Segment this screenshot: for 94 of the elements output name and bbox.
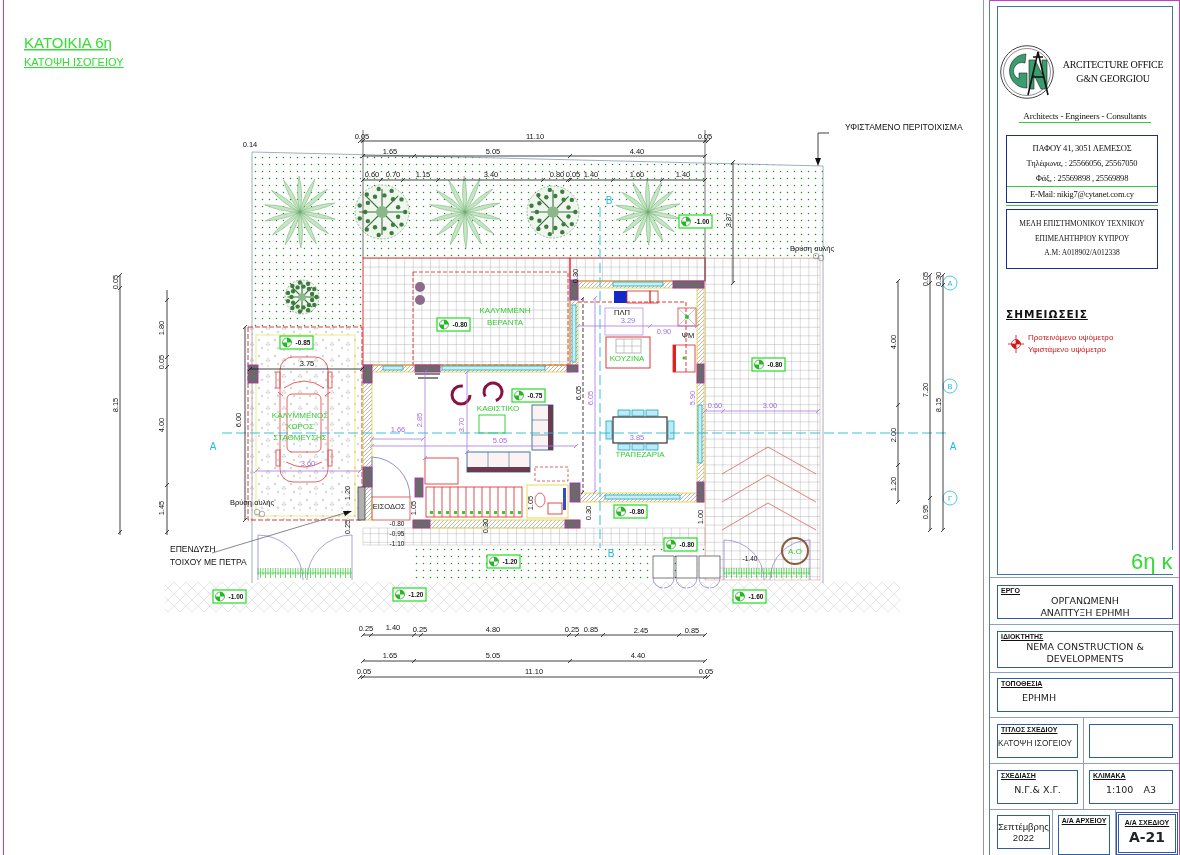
dining-chair <box>605 420 613 440</box>
window <box>612 281 664 287</box>
room-label: ΚΑΛΥΜΜΕΝΗ ΒΕΡΑΝΤΑ <box>479 306 531 327</box>
date-text: Σεπτέμβρης 2022 <box>998 821 1049 843</box>
level-symbol-icon <box>514 390 524 401</box>
utility-cabinet <box>675 555 698 579</box>
level-symbol-icon <box>489 556 499 567</box>
field-value: ΟΡΓΑΝΩΜΕΝΗ ΑΝΑΠΤΥΞΗ ΕΡΗΜΗ <box>1039 595 1131 619</box>
firm-logo-icon <box>1000 45 1054 99</box>
stone-cladding <box>357 486 366 521</box>
double-circle-icon <box>812 252 825 262</box>
toilet-drawing <box>526 484 569 519</box>
leader-line <box>815 132 830 166</box>
section-label: Α <box>209 441 217 452</box>
structural-column <box>414 477 424 498</box>
structural-column <box>696 481 705 503</box>
structural-column <box>696 363 705 384</box>
firm-tagline: Architects - Engineers - Consultants <box>1019 110 1151 123</box>
email-text: E-Mail: nikig7@cytanet.com.cy <box>1029 188 1135 201</box>
structural-column <box>672 280 705 289</box>
window <box>382 365 404 371</box>
paper-size: A3 <box>1143 784 1156 796</box>
window <box>697 404 703 464</box>
dining-table <box>612 416 668 444</box>
note-text: ΕΠΕΝΔΥΣΗ ΤΟΙΧΟΥ ΜΕ ΠΕΤΡΑ <box>170 544 247 567</box>
room-label: ΤΡΑΠΕΖΑΡΙΑ <box>615 450 665 459</box>
door-swing <box>371 456 411 498</box>
tree-drawing <box>354 184 410 240</box>
phone-text: Τηλέφωνα, : 25566056, 25567050 <box>1025 157 1139 170</box>
field-value: ΕΡΗΜΗ <box>1021 691 1058 704</box>
level-symbol-icon <box>439 319 449 330</box>
sliding-door-drawing <box>414 373 441 379</box>
address-text: ΠΑΦΟΥ 41, 3051 ΛΕΜΕΣΟΣ <box>1031 142 1133 155</box>
circle-marker <box>415 295 425 305</box>
ring-marker: Α.Ο <box>781 537 809 565</box>
level-symbol-icon <box>1008 334 1024 353</box>
level-symbol-icon <box>666 539 676 550</box>
field-value: Ν.Γ.& Χ.Γ. <box>1013 783 1062 796</box>
utility-cabinet <box>652 555 675 579</box>
sheet-title: ΚΑΤΟΙΚΙΑ 6η <box>24 34 112 51</box>
level-symbol-icon <box>282 337 292 348</box>
armchair <box>482 381 504 403</box>
room-label: ΚΟΥΖΙΝΑ <box>609 354 645 363</box>
armchair <box>450 384 472 406</box>
fax-text: Φάξ, : 25569898 , 25569898 <box>1034 172 1130 185</box>
structural-column <box>362 466 373 488</box>
structural-column <box>414 364 441 373</box>
section-label: Β <box>605 195 613 206</box>
field-value: ΚΑΤΟΨΗ ΙΣΟΓΕΙΟΥ <box>998 738 1074 750</box>
section-label: Α <box>949 441 957 452</box>
stair-landing <box>424 457 459 485</box>
legend-text: Υφιστάμενο υψόμετρο <box>1028 343 1107 356</box>
structural-column <box>564 519 581 529</box>
tree-drawing <box>284 279 320 315</box>
kitchen-island <box>605 336 651 369</box>
double-circle-icon <box>253 508 266 518</box>
note-text: ΥΦΙΣΤΑΜΕΝΟ ΠΕΡΙΤΟΙΧΙΣΜΑ <box>845 122 963 132</box>
firm-name: ARCITECTURE OFFICE G&N GEORGIOU <box>1061 58 1165 86</box>
sink-drawing <box>614 290 659 304</box>
field-value: NEMA CONSTRUCTION & DEVELOPMENTS <box>1025 641 1145 665</box>
level-symbol-icon <box>215 591 225 602</box>
circle-marker <box>415 282 425 292</box>
field-value: A-21 <box>1127 828 1167 843</box>
level-symbol-icon <box>395 589 405 600</box>
level-symbol-icon <box>735 591 745 602</box>
level-symbol-icon <box>681 216 691 227</box>
section-label: Β <box>607 548 615 559</box>
structural-column <box>566 364 579 373</box>
utility-cabinet <box>698 555 721 579</box>
door-swing <box>652 577 721 589</box>
entrance-outline <box>371 496 411 521</box>
crossed-square <box>677 307 697 327</box>
notes-heading: ΣΗΜΕΙΩΣΕΙΣ <box>1006 306 1088 322</box>
cabinet-outline <box>534 466 569 482</box>
structural-column <box>412 519 431 529</box>
hob-drawing <box>615 338 642 354</box>
window <box>571 304 577 363</box>
palm-drawing <box>615 178 681 246</box>
sheet-subtitle: ΚΑΤΟΨΗ ΙΣΟΓΕΙΟΥ <box>24 56 124 68</box>
structural-column <box>569 482 581 503</box>
structural-column <box>247 364 259 384</box>
scale-value: 1:100 <box>1106 784 1134 796</box>
room-label: ΚΑΘΙΣΤΙΚΟ <box>476 404 520 413</box>
level-symbol-icon <box>754 359 764 370</box>
sheet-label: 6η κ <box>1131 550 1173 574</box>
tree-drawing <box>526 185 580 239</box>
structural-column <box>362 364 373 384</box>
dining-chair <box>667 420 675 440</box>
kitchen-unit <box>672 344 696 373</box>
legend-text: Προτεινόμενο υψόμετρο <box>1028 331 1114 344</box>
appliance-outline <box>604 307 644 336</box>
coffee-table <box>478 414 506 434</box>
room-label: ΚΑΛΥΜΜΕΝΟΣ ΧΩΡΟΣ ΣΤΑΘΜΕΥΣΗΣ <box>271 411 329 442</box>
level-symbol-icon <box>616 506 626 517</box>
